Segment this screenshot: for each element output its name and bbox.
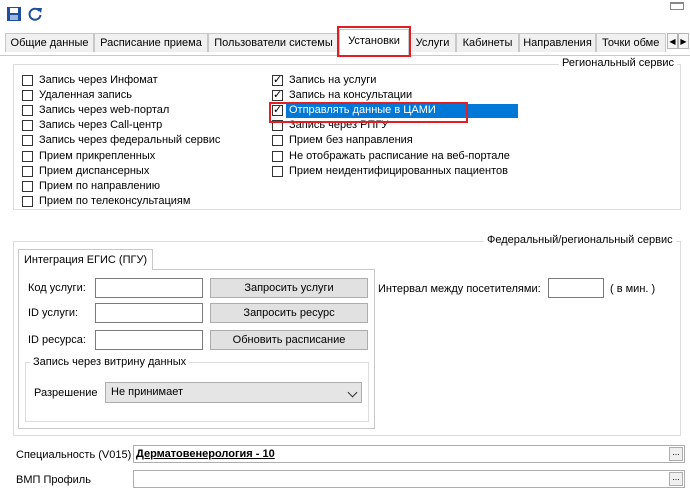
tab-scroll-left-icon[interactable]: ◀	[667, 33, 678, 49]
tab-system-users[interactable]: Пользователи системы	[208, 33, 339, 52]
checkbox-icon[interactable]	[22, 150, 33, 162]
tsami-option-highlight	[269, 102, 468, 123]
interval-label: Интервал между посетителями:	[378, 283, 541, 295]
service-id-input[interactable]	[95, 303, 203, 323]
tab-scroll-right-icon[interactable]: ▶	[678, 33, 689, 49]
checkbox-label: Запись через Call-центр	[39, 119, 163, 132]
checkbox-label: Прием неидентифицированных пациентов	[289, 164, 508, 177]
checkbox-label: Запись через Инфомат	[39, 74, 158, 86]
toolbar	[0, 0, 690, 28]
checkbox-label: Прием диспансерных	[39, 164, 150, 177]
resource-id-label: ID ресурса:	[28, 334, 86, 346]
tab-referrals[interactable]: Направления	[519, 33, 596, 52]
service-code-input[interactable]	[95, 278, 203, 298]
chevron-down-icon	[347, 387, 358, 398]
service-id-label: ID услуги:	[28, 307, 79, 319]
specialty-ellipsis-button[interactable]: ...	[669, 447, 683, 461]
tab-general[interactable]: Общие данные	[5, 33, 94, 52]
checkbox-label: Запись на консультации	[289, 89, 413, 102]
checkbox-icon[interactable]	[22, 180, 33, 192]
checkbox-icon[interactable]	[22, 165, 33, 177]
permission-label: Разрешение	[34, 387, 98, 399]
permission-select-value: Не принимает	[111, 386, 184, 398]
save-icon[interactable]	[6, 6, 22, 22]
checkbox-label: Не отображать расписание на веб-портале	[289, 149, 510, 162]
checkbox-icon[interactable]	[272, 150, 283, 162]
checkbox-icon[interactable]	[22, 195, 33, 207]
checkbox-label: Запись через федеральный сервис	[39, 134, 221, 147]
update-schedule-button[interactable]: Обновить расписание	[210, 330, 368, 350]
interval-input[interactable]	[548, 278, 604, 298]
interval-unit-label: ( в мин. )	[610, 283, 656, 295]
vmp-profile-label: ВМП Профиль	[16, 474, 91, 486]
specialty-field[interactable]: Дерматовенерология - 10 ...	[133, 445, 685, 463]
checkbox-icon[interactable]	[22, 105, 33, 117]
tab-exchange-points[interactable]: Точки обме	[596, 33, 666, 52]
checkbox-label: Прием прикрепленных	[39, 149, 156, 162]
tab-schedule[interactable]: Расписание приема	[94, 33, 208, 52]
checkbox-icon[interactable]	[22, 75, 33, 86]
checkbox-checked-icon[interactable]	[272, 88, 283, 102]
checkbox-checked-icon[interactable]	[272, 73, 283, 86]
tab-services[interactable]: Услуги	[409, 33, 456, 52]
regional-service-title: Региональный сервис	[559, 57, 677, 69]
checkbox-label: Запись на услуги	[289, 74, 377, 86]
specialty-label: Специальность (V015)	[16, 449, 132, 461]
checkbox-label: Прием по телеконсультациям	[39, 194, 191, 207]
specialty-value: Дерматовенерология - 10	[136, 448, 275, 460]
request-services-button[interactable]: Запросить услуги	[210, 278, 368, 298]
federal-service-title: Федеральный/региональный сервис	[484, 234, 676, 246]
checkbox-icon[interactable]	[272, 135, 283, 147]
tab-rooms[interactable]: Кабинеты	[456, 33, 519, 52]
vmp-profile-field[interactable]: ...	[133, 470, 685, 488]
request-resource-button[interactable]: Запросить ресурс	[210, 303, 368, 323]
service-code-label: Код услуги:	[28, 282, 86, 294]
checkbox-label: Запись через web-портал	[39, 104, 170, 117]
checkbox-label: Прием по направлению	[39, 179, 161, 192]
restore-icon[interactable]	[670, 2, 684, 10]
checkbox-label: Прием без направления	[289, 134, 413, 147]
checkbox-icon[interactable]	[272, 165, 283, 177]
permission-select[interactable]: Не принимает	[105, 382, 362, 403]
data-showcase-title: Запись через витрину данных	[30, 356, 190, 368]
resource-id-input[interactable]	[95, 330, 203, 350]
checkbox-icon[interactable]	[22, 90, 33, 102]
checkbox-icon[interactable]	[22, 120, 33, 132]
settings-tab-highlight	[337, 26, 411, 57]
checkbox-label: Удаленная запись	[39, 89, 132, 102]
refresh-icon[interactable]	[27, 6, 43, 22]
tab-egis-integration[interactable]: Интеграция ЕГИС (ПГУ)	[18, 249, 154, 270]
vmp-profile-ellipsis-button[interactable]: ...	[669, 472, 683, 486]
checkbox-icon[interactable]	[22, 135, 33, 147]
